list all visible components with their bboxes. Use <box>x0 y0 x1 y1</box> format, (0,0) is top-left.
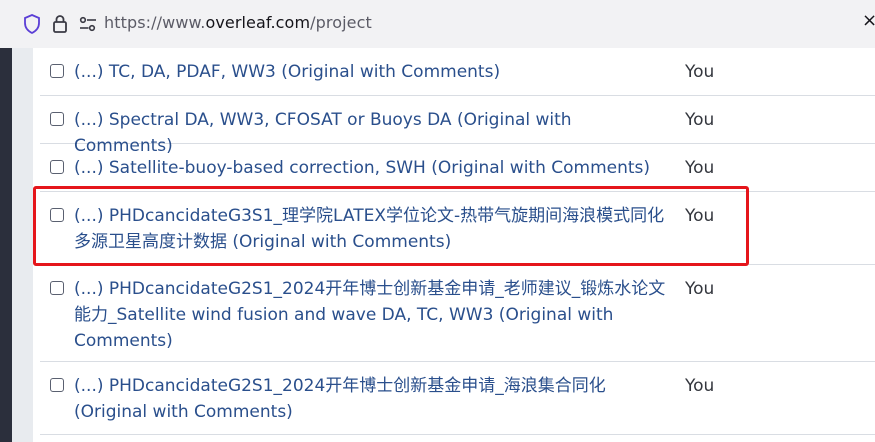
project-list: (...) TC, DA, PDAF, WW3 (Original with C… <box>40 48 875 435</box>
left-sidebar-edge <box>0 48 12 442</box>
row-checkbox[interactable] <box>50 378 64 392</box>
project-list-pane: (...) TC, DA, PDAF, WW3 (Original with C… <box>12 48 875 442</box>
project-title-link[interactable]: (...) PHDcancidateG3S1_理学院LATEX学位论文-热带气旋… <box>74 203 674 255</box>
lock-icon[interactable] <box>50 12 70 36</box>
project-owner: You <box>685 110 715 130</box>
project-row[interactable]: (...) TC, DA, PDAF, WW3 (Original with C… <box>40 48 875 96</box>
project-title-link[interactable]: (...) PHDcancidateG2S1_2024开年博士创新基金申请_海浪… <box>74 373 674 425</box>
project-owner: You <box>685 279 715 299</box>
browser-url-bar[interactable]: https://www.overleaf.com/project × <box>0 0 875 49</box>
project-owner: You <box>685 62 715 82</box>
project-row[interactable]: (...) PHDcancidateG2S1_2024开年博士创新基金申请_老师… <box>40 265 875 362</box>
project-title-link[interactable]: (...) TC, DA, PDAF, WW3 (Original with C… <box>74 59 674 85</box>
project-owner: You <box>685 376 715 396</box>
row-checkbox[interactable] <box>50 160 64 174</box>
url-text[interactable]: https://www.overleaf.com/project <box>104 13 372 32</box>
url-prefix: https://www. <box>104 13 206 32</box>
project-row[interactable]: (...) Spectral DA, WW3, CFOSAT or Buoys … <box>40 96 875 156</box>
row-checkbox[interactable] <box>50 281 64 295</box>
list-gutter <box>12 48 33 442</box>
project-row[interactable]: (...) Satellite-buoy-based correction, S… <box>40 144 875 192</box>
row-checkbox[interactable] <box>50 64 64 78</box>
close-icon[interactable]: × <box>862 10 875 31</box>
project-owner: You <box>685 158 715 178</box>
url-path: /project <box>310 13 372 32</box>
page-permissions-icon[interactable] <box>77 12 97 36</box>
project-title-link[interactable]: (...) Satellite-buoy-based correction, S… <box>74 155 674 181</box>
project-title-link[interactable]: (...) PHDcancidateG2S1_2024开年博士创新基金申请_老师… <box>74 276 674 354</box>
row-checkbox[interactable] <box>50 208 64 222</box>
shield-icon[interactable] <box>22 12 42 36</box>
project-row[interactable]: (...) PHDcancidateG3S1_理学院LATEX学位论文-热带气旋… <box>40 192 875 265</box>
project-owner: You <box>685 206 715 226</box>
url-domain: overleaf.com <box>205 13 311 32</box>
row-checkbox[interactable] <box>50 112 64 126</box>
project-row[interactable]: (...) PHDcancidateG2S1_2024开年博士创新基金申请_海浪… <box>40 362 875 435</box>
